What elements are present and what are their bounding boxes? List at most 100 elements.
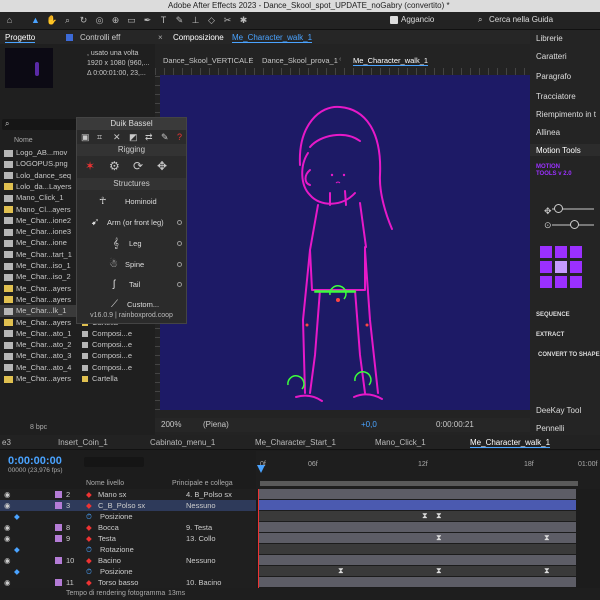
layer-name[interactable]: Bocca (98, 522, 119, 533)
parent-select[interactable]: 10. Bacino (186, 577, 221, 588)
parent-select[interactable]: 9. Testa (186, 522, 212, 533)
time-ruler[interactable]: 0f 06f 12f 18f 01:00f (256, 451, 600, 489)
timeline-tab[interactable]: Me_Character_walk_1 (470, 438, 551, 448)
keyframe[interactable]: ⧗ (436, 567, 442, 575)
project-search-input[interactable]: ⌕ (2, 119, 78, 130)
rotate-tool-icon[interactable]: ↻ (78, 15, 89, 26)
rig-automation-icon[interactable]: ⟳ (133, 159, 143, 173)
label-color-swatch[interactable] (55, 579, 62, 586)
timeline-tab[interactable]: Mano_Click_1 (375, 438, 426, 447)
parent-select[interactable]: 4. B_Polso sx (186, 489, 232, 500)
stopwatch-icon[interactable]: ⏱ (86, 566, 92, 577)
list-item[interactable]: Me_Char...ayers Cartella (0, 373, 155, 385)
layer-name[interactable]: Posizione (100, 511, 133, 522)
panel-tracker[interactable]: Tracciatore (536, 92, 576, 101)
home-icon[interactable]: ⌂ (4, 15, 15, 26)
layer-duration-bar[interactable] (258, 566, 576, 576)
selection-tool-icon[interactable]: ▲ (30, 15, 41, 26)
parent-select[interactable]: Nessuno (186, 555, 216, 566)
duik-item-hominoid[interactable]: ☥ Hominoid (77, 193, 186, 211)
table-row[interactable]: ◉ 3 ◆ C_B_Polso sx Nessuno (0, 500, 256, 511)
rig-links-icon[interactable]: ⚙ (109, 159, 120, 173)
keyframe-nav-icon[interactable]: ◆ (14, 566, 20, 577)
duik-home-icon[interactable]: ▣ (81, 132, 90, 143)
layer-duration-bar[interactable] (258, 511, 576, 521)
zoom-tool-icon[interactable]: ⌕ (62, 15, 73, 26)
eye-icon[interactable]: ◉ (4, 500, 11, 511)
list-item[interactable]: Me_Char...ato_4 Composi...e (0, 362, 155, 374)
arm-option-icon[interactable] (177, 220, 182, 225)
layer-name[interactable]: Mano sx (98, 489, 126, 500)
timeline-current-time[interactable]: 0:00:00:00 (8, 455, 62, 467)
property-row[interactable]: ◆ ⏱ Posizione (0, 566, 256, 577)
tab-comp-name[interactable]: Me_Character_walk_1 (232, 33, 313, 43)
layer-duration-bar[interactable] (258, 544, 576, 554)
zoom-select[interactable]: 200% (161, 420, 181, 429)
leg-option-icon[interactable] (177, 241, 182, 246)
snap-checkbox[interactable] (390, 16, 398, 24)
search-icon[interactable]: ⌕ (478, 15, 482, 25)
layer-duration-bar[interactable] (258, 522, 576, 532)
layer-name[interactable]: Torso basso (98, 577, 138, 588)
layer-name[interactable]: Bacino (98, 555, 121, 566)
label-color-swatch[interactable] (55, 491, 62, 498)
clone-tool-icon[interactable]: ⊥ (190, 15, 201, 26)
timeline-tab[interactable]: Me_Character_Start_1 (255, 438, 336, 447)
keyframe[interactable]: ⧗ (436, 512, 442, 520)
keyframe-nav-icon[interactable]: ◆ (14, 511, 20, 522)
keyframe[interactable]: ⧗ (544, 534, 550, 542)
layer-duration-bar[interactable] (258, 533, 576, 543)
layer-name[interactable]: Testa (98, 533, 116, 544)
rig-controllers-icon[interactable]: ✥ (157, 159, 167, 173)
keyframe[interactable]: ⧗ (422, 512, 428, 520)
keyframe[interactable]: ⧗ (436, 534, 442, 542)
duik-help-icon[interactable]: ? (177, 132, 182, 142)
list-item[interactable]: Me_Char...ato_1 Composi...e (0, 328, 155, 340)
table-row[interactable]: ◉ 11 ◆ Torso basso 10. Bacino (0, 577, 256, 588)
property-row[interactable]: ◆ ⏱ Rotazione (0, 544, 256, 555)
duik-link-icon[interactable]: ⌗ (97, 132, 102, 143)
breadcrumb-item[interactable]: Dance_Skool_VERTICALE (163, 56, 253, 65)
label-color-swatch[interactable] (82, 376, 88, 383)
help-search-label[interactable]: Cerca nella Guida (489, 15, 553, 24)
duik-camera-icon[interactable]: ◩ (129, 132, 138, 143)
table-row[interactable]: ◉ 8 ◆ Bocca 9. Testa (0, 522, 256, 533)
duik-swap-icon[interactable]: ⇄ (145, 132, 153, 143)
eraser-tool-icon[interactable]: ◇ (206, 15, 217, 26)
convert-button[interactable]: CONVERT TO SHAPE (538, 352, 600, 358)
list-item[interactable]: Me_Char...ato_2 Composi...e (0, 339, 155, 351)
tail-option-icon[interactable] (177, 282, 182, 287)
panel-fill[interactable]: Riempimento in t (536, 110, 596, 119)
duik-item-leg[interactable]: 𝄞 Leg (77, 235, 186, 253)
panel-paragraph[interactable]: Paragrafo (536, 72, 571, 81)
breadcrumb-item-active[interactable]: Me_Character_walk_1 (353, 56, 429, 66)
spine-option-icon[interactable] (177, 262, 182, 267)
playhead[interactable] (257, 465, 265, 473)
timeline-search-input[interactable] (84, 457, 144, 467)
table-row[interactable]: ◉ 10 ◆ Bacino Nessuno (0, 555, 256, 566)
label-color-swatch[interactable] (55, 557, 62, 564)
keyframe-nav-icon[interactable]: ◆ (14, 544, 20, 555)
panel-characters[interactable]: Caratteri (536, 52, 567, 61)
column-parent[interactable]: Principale e collega (172, 480, 233, 487)
anchor-grid[interactable] (540, 246, 582, 288)
roto-tool-icon[interactable]: ✂ (222, 15, 233, 26)
type-tool-icon[interactable]: T (158, 15, 169, 26)
pan-behind-icon[interactable]: ⊕ (110, 15, 121, 26)
column-name-header[interactable]: Nome (14, 137, 33, 144)
property-row[interactable]: ◆ ⏱ Posizione (0, 511, 256, 522)
current-time-indicator[interactable] (258, 489, 259, 589)
panel-motion-tools[interactable]: Motion Tools (536, 146, 581, 155)
exposure-value[interactable]: +0,0 (361, 420, 377, 429)
eye-icon[interactable]: ◉ (4, 577, 11, 588)
panel-align[interactable]: Allinea (536, 128, 560, 137)
layer-duration-bar[interactable] (258, 489, 576, 499)
slider-handle[interactable] (554, 204, 563, 213)
puppet-tool-icon[interactable]: ✱ (238, 15, 249, 26)
brush-tool-icon[interactable]: ✎ (174, 15, 185, 26)
duik-item-tail[interactable]: ʃ Tail (77, 276, 186, 294)
eye-icon[interactable]: ◉ (4, 555, 11, 566)
work-area-bar[interactable] (260, 481, 578, 486)
sequence-button[interactable]: SEQUENCE (536, 312, 570, 318)
eye-icon[interactable]: ◉ (4, 533, 11, 544)
